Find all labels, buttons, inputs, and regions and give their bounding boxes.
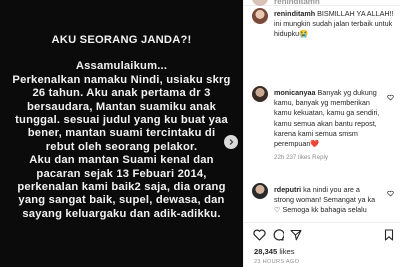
post-line: AKU SEORANG JANDA?!	[51, 34, 192, 46]
comment-username[interactable]: rdeputri	[274, 185, 301, 194]
post-line: Perkenalkan namaku Nindi, usiaku skrg	[12, 73, 231, 86]
avatar[interactable]	[252, 8, 268, 24]
comment-text: ♡ Semoga kk bahagia selalu	[274, 205, 367, 215]
post-line: yang sangat baik, supel, dewasa, dan	[18, 194, 225, 207]
post-gap	[4, 47, 239, 60]
comment: reninditamh BISMILLAH YA ALLAH!! ini mun…	[274, 9, 398, 40]
comment-text: ini mungkin sudah jalan terbaik untuk	[274, 19, 393, 29]
post-line: Assamulaikum...	[75, 60, 168, 73]
chevron-right-icon	[229, 139, 234, 145]
comment-text: perempuan❤️	[274, 139, 320, 149]
post-line: bener, mantan suami tercintaku di	[27, 127, 216, 140]
like-count-value: 28,345	[254, 247, 278, 256]
header-username[interactable]: reninditamh	[274, 0, 320, 6]
comment-text: kamu kekuatan, kamu ga sendiri,	[274, 108, 380, 118]
next-slide-button[interactable]	[224, 135, 238, 149]
comment-username[interactable]: monicanyaa	[274, 88, 316, 97]
comment-text: kamu semua akan bantu repost,	[274, 118, 377, 128]
like-comment-heart-icon[interactable]	[387, 190, 394, 197]
avatar[interactable]	[252, 183, 268, 199]
bookmark-icon[interactable]	[384, 229, 394, 241]
comments-panel: reninditamh reninditamh BISMILLAH YA ALL…	[243, 0, 400, 267]
comment-username[interactable]: reninditamh	[274, 9, 315, 18]
comment-text: ka nindi you are a	[303, 185, 360, 194]
comment-text: kamu, banyak yg memberikan	[274, 98, 370, 108]
like-comment-heart-icon[interactable]	[387, 94, 394, 101]
post-line: pacaran sejak 13 Febuari 2014,	[36, 167, 207, 180]
comment-text: BISMILLAH YA ALLAH!!	[317, 9, 394, 18]
like-count[interactable]: 28,345 likes	[254, 247, 295, 256]
post-actions: 28,345 likes 23 HOURS AGO	[244, 222, 400, 267]
comment-text: karena kami semua smsm	[274, 128, 358, 138]
avatar[interactable]	[252, 86, 268, 102]
post-line: tunggal. sesuai judul yang ku buat yaa	[15, 114, 228, 127]
post-timestamp[interactable]: 23 HOURS AGO	[254, 259, 299, 265]
comment-text: strong woman! Semangat ya ka	[274, 195, 376, 205]
header-avatar[interactable]	[252, 0, 268, 6]
post-text: AKU SEORANG JANDA?! Assamulaikum... Perk…	[0, 34, 243, 221]
comment-text: hidupku😭	[274, 29, 309, 39]
share-icon[interactable]	[290, 229, 302, 241]
comment-meta[interactable]: 22h 237 likes Reply	[274, 154, 388, 161]
post-line: rebut oleh seorang pelakor.	[45, 140, 198, 153]
post-line: Aku dan mantan Suami kenal dan	[29, 154, 214, 167]
comment: rdeputri ka nindi you are a strong woman…	[274, 185, 394, 216]
post-line: bersaudara, Mantan suamiku anak	[27, 100, 216, 113]
post-header: reninditamh	[244, 0, 400, 6]
comment: monicanyaa Banyak yg dukung kamu, banyak…	[274, 88, 388, 161]
post-line: sayang keluargaku dan adik-adikku.	[22, 207, 221, 220]
comment-text: Banyak yg dukung	[317, 88, 377, 97]
post-line: 26 tahun. Aku anak pertama dr 3	[32, 87, 211, 100]
post-image[interactable]: AKU SEORANG JANDA?! Assamulaikum... Perk…	[0, 0, 243, 267]
post-line: perkenalan kami baik2 saja, dia orang	[17, 181, 226, 194]
comment-icon[interactable]	[272, 229, 284, 241]
heart-icon[interactable]	[253, 229, 266, 241]
like-count-label: likes	[279, 247, 295, 256]
